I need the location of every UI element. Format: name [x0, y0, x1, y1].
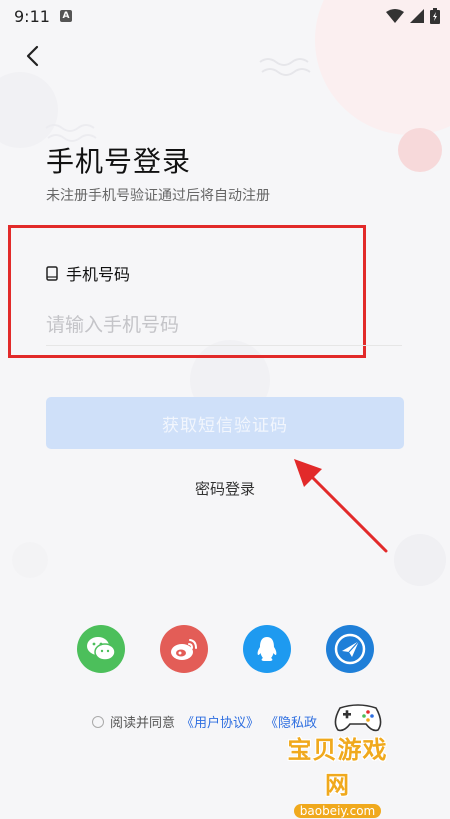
phone-icon: [46, 265, 58, 281]
other-login-button[interactable]: [326, 625, 374, 673]
page-subtitle: 未注册手机号验证通过后将自动注册: [46, 188, 270, 204]
signal-icon: [410, 9, 424, 23]
user-agreement-link[interactable]: 《用户协议》: [181, 712, 259, 731]
agreement-row: 阅读并同意 《用户协议》 《隐私政: [92, 712, 317, 731]
watermark-url: baobeiy.com: [293, 804, 382, 818]
qq-icon: [257, 637, 277, 661]
plane-badge-icon: [334, 633, 366, 665]
phone-input[interactable]: [46, 305, 402, 346]
agree-radio[interactable]: [92, 715, 104, 728]
privacy-policy-link[interactable]: 《隐私政: [265, 712, 317, 731]
agreement-prefix: 阅读并同意: [110, 716, 176, 731]
watermark: 宝贝游戏网 baobeiy.com: [280, 730, 395, 819]
phone-label-text: 手机号码: [66, 265, 131, 284]
notification-a-icon: A: [59, 10, 72, 22]
chevron-left-icon: [26, 45, 39, 67]
phone-label: 手机号码: [46, 261, 130, 285]
qq-login-button[interactable]: [243, 625, 291, 673]
weibo-icon: [171, 639, 197, 660]
status-bar: 9:11 A: [0, 0, 450, 32]
weibo-login-button[interactable]: [160, 625, 208, 673]
battery-icon: [430, 8, 440, 24]
wechat-login-button[interactable]: [77, 625, 125, 673]
back-button[interactable]: [16, 40, 48, 72]
get-sms-code-button[interactable]: 获取短信验证码: [46, 397, 404, 449]
annotation-arrow: [294, 459, 388, 553]
page-title: 手机号登录: [46, 145, 192, 178]
watermark-title: 宝贝游戏网: [287, 736, 388, 799]
status-time: 9:11: [14, 6, 50, 26]
wechat-icon: [87, 637, 116, 661]
wifi-icon: [386, 9, 404, 23]
